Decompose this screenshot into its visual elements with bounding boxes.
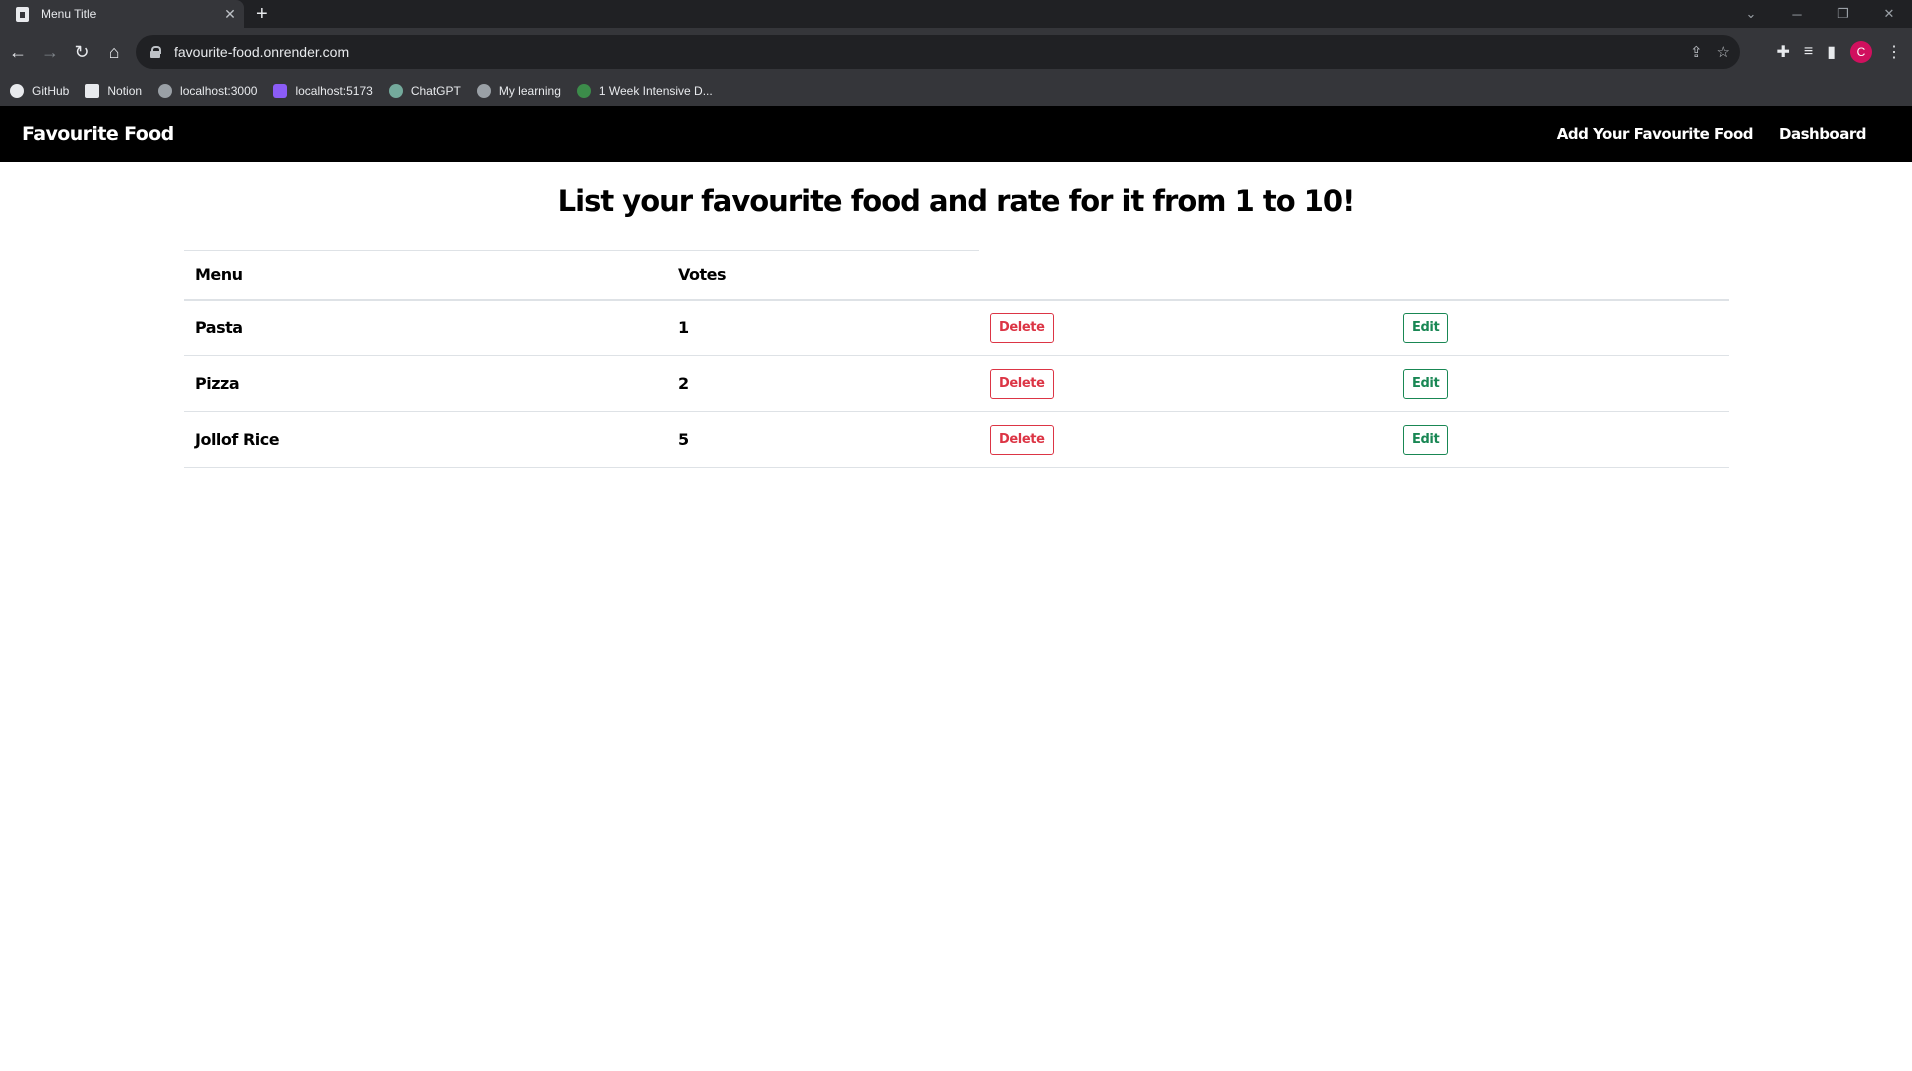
brand-link[interactable]: Favourite Food	[22, 106, 174, 162]
edit-button[interactable]: Edit	[1403, 312, 1449, 343]
nav-links: Add Your Favourite Food Dashboard	[1557, 106, 1867, 162]
menu-cell: Pasta	[184, 299, 667, 356]
page-title: List your favourite food and rate for it…	[557, 184, 1356, 218]
bookmark-my-learning[interactable]: My learning	[476, 84, 561, 98]
page-favicon-icon	[16, 6, 29, 22]
nav-link-add-food[interactable]: Add Your Favourite Food	[1557, 125, 1754, 143]
course-icon	[576, 84, 591, 98]
reload-icon[interactable]: ↻	[70, 40, 94, 64]
delete-cell: Delete	[979, 355, 1392, 412]
table-row: Jollof Rice 5 Delete Edit	[184, 411, 1729, 468]
delete-button[interactable]: Delete	[990, 312, 1054, 343]
minimize-icon[interactable]: ─	[1774, 7, 1820, 22]
side-panel-icon[interactable]: ▮	[1827, 42, 1836, 62]
menu-cell: Pizza	[184, 355, 667, 412]
bookmark-github[interactable]: GitHub	[10, 84, 69, 98]
bookmark-localhost-5173[interactable]: localhost:5173	[273, 84, 373, 98]
nav-link-dashboard[interactable]: Dashboard	[1779, 125, 1866, 143]
lock-icon[interactable]	[150, 46, 161, 58]
votes-cell: 5	[667, 411, 979, 468]
media-icon[interactable]: ≡	[1804, 43, 1813, 61]
forward-icon[interactable]: →	[38, 40, 62, 64]
menu-cell: Jollof Rice	[184, 411, 667, 468]
bookmark-label: My learning	[498, 84, 561, 98]
votes-cell: 2	[667, 355, 979, 412]
table-row: Pasta 1 Delete Edit	[184, 299, 1729, 356]
delete-button[interactable]: Delete	[990, 424, 1054, 455]
tab-title: Menu Title	[41, 7, 97, 21]
tab-search-icon[interactable]: ⌄	[1728, 6, 1774, 22]
table-header-row: Menu Votes	[184, 250, 1729, 301]
url-text[interactable]: favourite-food.onrender.com	[174, 44, 349, 60]
share-icon[interactable]: ⇪	[1690, 43, 1703, 61]
edit-button[interactable]: Edit	[1403, 424, 1449, 455]
tab-close-icon[interactable]: ✕	[216, 6, 244, 23]
site-navbar: Favourite Food Add Your Favourite Food D…	[0, 106, 1912, 162]
app-icon	[273, 84, 288, 98]
bookmark-star-icon[interactable]: ☆	[1717, 43, 1730, 61]
window-controls: ⌄ ─ ❐ ✕	[1728, 0, 1912, 28]
edit-button[interactable]: Edit	[1403, 368, 1449, 399]
bookmark-label: localhost:3000	[180, 84, 258, 98]
food-table: Menu Votes Pasta 1 Delete Edit Pizza 2 D…	[184, 250, 1729, 468]
browser-toolbar: ← → ↻ ⌂ favourite-food.onrender.com ⇪ ☆ …	[0, 28, 1912, 76]
bookmark-label: ChatGPT	[410, 84, 461, 98]
browser-tab[interactable]: Menu Title ✕	[0, 0, 244, 28]
delete-cell: Delete	[979, 299, 1392, 356]
back-icon[interactable]: ←	[6, 40, 30, 64]
column-header-votes: Votes	[667, 250, 979, 301]
address-bar[interactable]: favourite-food.onrender.com ⇪ ☆	[136, 35, 1740, 69]
browser-tabstrip: Menu Title ✕ + ⌄ ─ ❐ ✕	[0, 0, 1912, 28]
profile-avatar[interactable]: C	[1850, 41, 1872, 63]
globe-icon	[158, 84, 173, 98]
bookmark-notion[interactable]: Notion	[85, 84, 142, 98]
table-row: Pizza 2 Delete Edit	[184, 355, 1729, 412]
menu-kebab-icon[interactable]: ⋮	[1886, 42, 1902, 62]
github-icon	[10, 84, 24, 98]
delete-cell: Delete	[979, 411, 1392, 468]
bookmark-chatgpt[interactable]: ChatGPT	[388, 84, 461, 98]
close-window-icon[interactable]: ✕	[1866, 6, 1912, 22]
learning-icon	[476, 84, 491, 98]
edit-cell: Edit	[1392, 355, 1729, 412]
delete-button[interactable]: Delete	[990, 368, 1054, 399]
bookmark-label: Notion	[107, 84, 143, 98]
column-header-delete	[979, 250, 1392, 301]
new-tab-button[interactable]: +	[256, 2, 268, 26]
bookmark-label: GitHub	[32, 84, 70, 98]
home-icon[interactable]: ⌂	[102, 40, 126, 64]
extensions-icon[interactable]: ✚	[1776, 42, 1789, 62]
bookmarks-bar: GitHub Notion localhost:3000 localhost:5…	[0, 76, 1912, 106]
chatgpt-icon	[388, 84, 403, 98]
edit-cell: Edit	[1392, 299, 1729, 356]
bookmark-localhost-3000[interactable]: localhost:3000	[158, 84, 257, 98]
column-header-edit	[1392, 250, 1729, 301]
bookmark-label: localhost:5173	[295, 84, 373, 98]
edit-cell: Edit	[1392, 411, 1729, 468]
restore-icon[interactable]: ❐	[1820, 6, 1866, 22]
bookmark-intensive-course[interactable]: 1 Week Intensive D...	[576, 84, 713, 98]
bookmark-label: 1 Week Intensive D...	[598, 84, 713, 98]
column-header-menu: Menu	[184, 250, 667, 301]
votes-cell: 1	[667, 299, 979, 356]
notion-icon	[85, 84, 100, 98]
